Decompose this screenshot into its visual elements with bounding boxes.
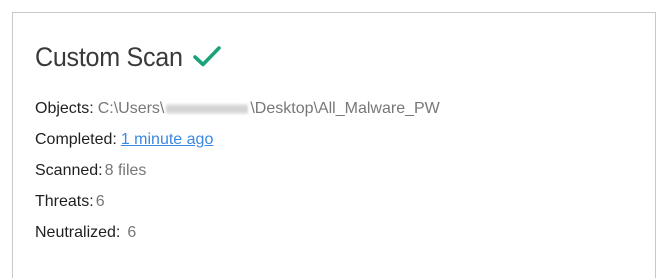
scan-title: Custom Scan: [35, 41, 183, 72]
redacted-username: [166, 103, 249, 114]
scanned-label: Scanned:: [35, 162, 103, 179]
objects-label: Objects:: [35, 100, 94, 117]
checkmark-icon: [192, 46, 221, 67]
neutralized-label: Neutralized:: [35, 224, 121, 241]
completed-row: Completed: 1 minute ago: [35, 124, 440, 155]
threats-row: Threats: 6: [35, 186, 440, 217]
scan-details: Objects: C:\Users\ \Desktop\All_Malware_PW…: [35, 93, 440, 248]
scan-summary-card: Custom Scan Objects: C:\Users\ \Desktop\Al…: [12, 12, 656, 278]
objects-path-suffix: \Desktop\All_Malware_PW: [250, 100, 440, 117]
objects-row: Objects: C:\Users\ \Desktop\All_Malware_PW: [35, 93, 440, 124]
neutralized-row: Neutralized: 6: [35, 217, 440, 248]
scanned-value: 8 files: [104, 162, 147, 179]
neutralized-value: 6: [127, 224, 137, 241]
objects-path-prefix: C:\Users\: [97, 100, 165, 117]
threats-value: 6: [95, 193, 105, 210]
threats-label: Threats:: [35, 193, 94, 210]
scanned-row: Scanned: 8 files: [35, 155, 440, 186]
completed-time-link[interactable]: 1 minute ago: [121, 131, 214, 148]
scan-title-row: Custom Scan: [35, 37, 222, 77]
completed-label: Completed:: [35, 131, 117, 148]
